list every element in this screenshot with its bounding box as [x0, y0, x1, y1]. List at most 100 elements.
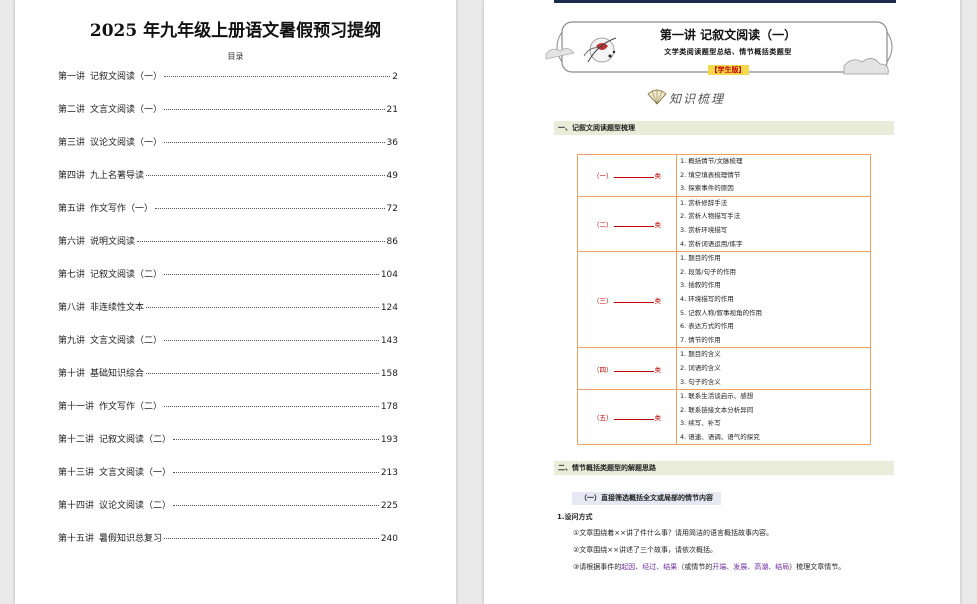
toc-page-number: 143 — [380, 336, 398, 346]
toc-leader-dots — [164, 142, 385, 143]
toc-entry[interactable]: 第十一讲 作文写作（二） 178 — [58, 399, 398, 412]
category-row: （一） 类 1. 概括情节/文脉梳理 2. 填空填表梳理情节 3. 探索事件的原因 — [577, 154, 871, 197]
lecture-header: 第一讲 记叙文阅读（一） 文学类阅读题型总结、情节概括类题型 【学生版】 — [618, 26, 838, 76]
category-items: 1. 联系生活谈启示、感想 2. 联系链接文本分析异同 3. 续写、补写 4. 语速、… — [676, 389, 871, 446]
category-label: （三） 类 — [577, 251, 677, 349]
toc-entry-title: 第九讲 文言文阅读（二） — [58, 333, 162, 346]
sub-heading: （一）直接筛选概括全文或局部的情节内容 — [572, 492, 721, 505]
toc-entry[interactable]: 第九讲 文言文阅读（二） 143 — [58, 333, 398, 346]
toc-page-number: 21 — [386, 105, 398, 115]
category-item: 2. 联系链接文本分析异同 — [680, 405, 754, 414]
toc-entry[interactable]: 第十讲 基础知识综合 158 — [58, 366, 398, 379]
toc-lecture: 第七讲 — [58, 270, 86, 280]
method-label: 1.设问方式 — [557, 513, 593, 521]
toc-topic: 文言文阅读（一） — [99, 468, 172, 478]
category-item: 7. 情节的作用 — [680, 335, 721, 344]
question-3-part-c: ）梳理文章情节。 — [789, 563, 846, 571]
toc-lecture: 第十五讲 — [58, 534, 95, 544]
toc-topic: 基础知识综合 — [90, 369, 145, 379]
category-items: 1. 题目的含义 2. 词语的含义 3. 句子的含义 — [676, 347, 871, 391]
toc-leader-dots — [155, 208, 385, 209]
fill-blank[interactable] — [613, 413, 654, 421]
toc-page-number: 240 — [380, 534, 398, 544]
toc-lecture: 第十三讲 — [58, 468, 95, 478]
toc-entry[interactable]: 第一讲 记叙文阅读（一） 2 — [58, 69, 398, 82]
toc-topic: 文言文阅读（二） — [90, 336, 163, 346]
toc-topic: 记叙文阅读（一） — [90, 72, 163, 82]
toc-lecture: 第三讲 — [58, 138, 86, 148]
category-label: （四） 类 — [577, 347, 677, 391]
toc-entry[interactable]: 第三讲 议论文阅读（一） 36 — [58, 135, 398, 148]
category-row: （五） 类 1. 联系生活谈启示、感想 2. 联系链接文本分析异同 3. 续写、补写 4.… — [577, 389, 871, 446]
category-item: 1. 题目的作用 — [680, 254, 721, 263]
toc-lecture: 第一讲 — [58, 72, 86, 82]
toc-entry[interactable]: 第四讲 九上名著导读 49 — [58, 168, 398, 181]
toc-leader-dots — [164, 76, 391, 77]
category-suffix: 类 — [654, 365, 662, 374]
category-prefix: （一） — [593, 172, 613, 181]
document-title: 2025 年九年级上册语文暑假预习提纲 — [89, 21, 382, 41]
toc-topic: 记叙文阅读（二） — [99, 435, 172, 445]
toc-topic: 文言文阅读（一） — [90, 105, 163, 115]
toc-entry[interactable]: 第十四讲 议论文阅读（二） 225 — [58, 498, 398, 511]
fill-blank[interactable] — [613, 296, 654, 303]
toc-entry-title: 第十二讲 记叙文阅读（二） — [58, 432, 171, 445]
toc-leader-dots — [173, 472, 379, 473]
toc-entry[interactable]: 第十三讲 文言文阅读（一） 213 — [58, 465, 398, 478]
section-heading-methods: 二、情节概括类题型的解题思路 — [554, 461, 894, 475]
toc-lecture: 第五讲 — [58, 204, 86, 214]
toc-entry-title: 第二讲 文言文阅读（一） — [58, 102, 162, 115]
section-heading-types: 一、记叙文阅读题型梳理 — [554, 121, 894, 135]
toc-entry[interactable]: 第六讲 说明文阅读 86 — [58, 234, 398, 247]
toc-page-number: 213 — [380, 468, 398, 478]
category-items: 1. 概括情节/文脉梳理 2. 填空填表梳理情节 3. 探索事件的原因 — [676, 154, 871, 197]
category-item: 5. 记叙人称/叙事视角的作用 — [680, 308, 762, 317]
category-row: （二） 类 1. 赏析修辞手法 2. 赏析人物描写手法 3. 赏析环境描写 4. 赏析词语… — [577, 195, 871, 253]
toc-topic: 非连续性文本 — [90, 303, 145, 313]
toc-topic: 议论文阅读（二） — [99, 501, 172, 511]
fill-blank[interactable] — [613, 365, 654, 372]
fan-icon — [647, 89, 667, 105]
toc-entry[interactable]: 第十二讲 记叙文阅读（二） 193 — [58, 432, 398, 445]
toc-leader-dots — [164, 538, 379, 539]
category-item: 4. 语速、语调、语气的探究 — [680, 432, 760, 441]
category-item: 2. 填空填表梳理情节 — [680, 170, 741, 179]
category-item: 2. 段落/句子的作用 — [680, 267, 736, 276]
category-prefix: （三） — [593, 296, 613, 305]
toc-leader-dots — [146, 307, 379, 308]
category-item: 3. 探索事件的原因 — [680, 184, 734, 193]
question-3-part-a: ③请根据事件的 — [573, 563, 622, 571]
toc-entry[interactable]: 第七讲 记叙文阅读（二） 104 — [58, 267, 398, 280]
category-label: （二） 类 — [577, 195, 677, 253]
question-3-part-b: （或情节的 — [677, 563, 713, 571]
toc-entry-title: 第八讲 非连续性文本 — [58, 300, 144, 313]
toc-page-number: 36 — [386, 138, 398, 148]
toc-lecture: 第九讲 — [58, 336, 86, 346]
toc-entry-title: 第十五讲 暑假知识总复习 — [58, 531, 162, 544]
toc-lecture: 第十讲 — [58, 369, 86, 379]
category-row: （四） 类 1. 题目的含义 2. 词语的含义 3. 句子的含义 — [577, 347, 871, 391]
toc-page: 2025 年九年级上册语文暑假预习提纲 目录 第一讲 记叙文阅读（一） 2 第二讲 文言… — [15, 0, 456, 604]
toc-page-number: 225 — [380, 501, 398, 511]
toc-lecture: 第十四讲 — [58, 501, 95, 511]
category-suffix: 类 — [654, 172, 662, 181]
toc-entry[interactable]: 第十五讲 暑假知识总复习 240 — [58, 531, 398, 544]
toc-leader-dots — [164, 274, 379, 275]
category-item: 3. 续写、补写 — [680, 419, 721, 428]
toc-entry[interactable]: 第五讲 作文写作（一） 72 — [58, 201, 398, 214]
fill-blank[interactable] — [613, 171, 654, 179]
lecture-page: 第一讲 记叙文阅读（一） 文学类阅读题型总结、情节概括类题型 【学生版】 知识梳… — [484, 0, 960, 604]
toc-lecture: 第十二讲 — [58, 435, 95, 445]
category-prefix: （二） — [593, 220, 613, 229]
fill-blank[interactable] — [613, 220, 654, 227]
toc-entry-title: 第六讲 说明文阅读 — [58, 234, 135, 247]
category-item: 4. 环境描写的作用 — [680, 294, 734, 303]
question-3-highlight-1: 起因、经过、结果 — [621, 563, 678, 571]
toc-leader-dots — [146, 175, 385, 176]
toc-entry[interactable]: 第二讲 文言文阅读（一） 21 — [58, 102, 398, 115]
toc-leader-dots — [173, 505, 379, 506]
toc-topic: 说明文阅读 — [90, 237, 136, 247]
toc-entry[interactable]: 第八讲 非连续性文本 124 — [58, 300, 398, 313]
category-items: 1. 题目的作用 2. 段落/句子的作用 3. 插叙的作用 4. 环境描写的作用 5. … — [676, 251, 871, 349]
toc-page-number: 104 — [380, 270, 398, 280]
